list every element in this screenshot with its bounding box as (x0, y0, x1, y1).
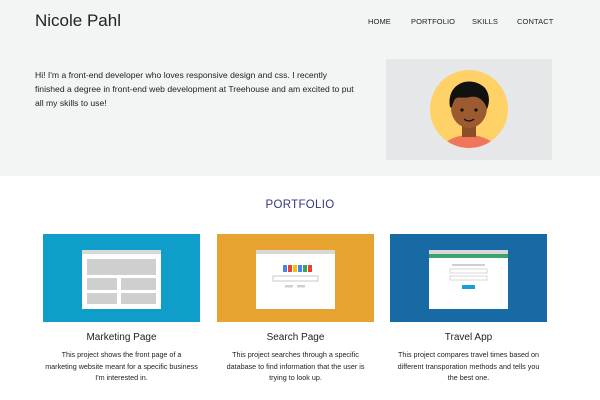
project-thumbnail[interactable] (43, 234, 200, 322)
nav-portfolio[interactable]: PORTFOLIO (411, 17, 455, 26)
marketing-page-preview (82, 250, 161, 309)
intro-text: Hi! I'm a front-end developer who loves … (35, 70, 354, 108)
portfolio-heading: PORTFOLIO (265, 199, 335, 211)
project-description: This project shows the front page of a m… (45, 350, 198, 382)
project-card-search[interactable]: Search Page This project searches throug… (217, 234, 374, 384)
project-card-travel[interactable]: Travel App This project compares travel … (390, 234, 547, 384)
search-page-preview (256, 250, 335, 309)
project-title[interactable]: Search Page (217, 332, 374, 343)
project-card-marketing[interactable]: Marketing Page This project shows the fr… (43, 234, 200, 384)
project-thumbnail[interactable] (217, 234, 374, 322)
main-nav: HOME PORTFOLIO SKILLS CONTACT (368, 17, 558, 31)
project-thumbnail[interactable] (390, 234, 547, 322)
nav-home[interactable]: HOME (368, 17, 391, 26)
avatar-panel (386, 59, 552, 160)
hero-section: Nicole Pahl HOME PORTFOLIO SKILLS CONTAC… (0, 0, 600, 176)
project-title[interactable]: Travel App (390, 332, 547, 343)
nav-contact[interactable]: CONTACT (517, 17, 553, 26)
site-name: Nicole Pahl (35, 11, 121, 30)
project-title[interactable]: Marketing Page (43, 332, 200, 343)
avatar (430, 70, 508, 148)
nav-skills[interactable]: SKILLS (472, 17, 498, 26)
project-description: This project compares travel times based… (397, 350, 540, 382)
travel-app-preview (429, 250, 508, 309)
project-description: This project searches through a specific… (226, 350, 365, 382)
